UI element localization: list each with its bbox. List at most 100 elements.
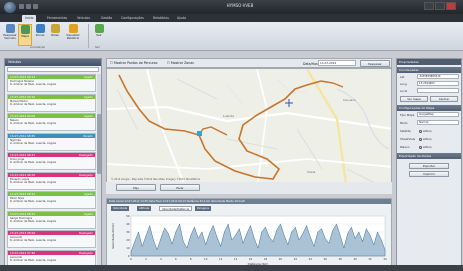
application-menu-button[interactable] — [4, 2, 16, 13]
vehicle-card-header: 13-07-2012 08:02 Desligado — [8, 231, 95, 235]
map-type-select[interactable]: GoogleMap — [417, 112, 459, 117]
view-report-button[interactable]: Visualizar Relatório — [63, 24, 83, 46]
data-point — [295, 226, 296, 228]
map-attribution: © 2012 Google - Map data ©2012 Tele Atla… — [111, 178, 201, 181]
x-tick-label: 32 — [368, 257, 372, 261]
data-point — [302, 233, 304, 234]
tab-paragens[interactable]: Paragens — [195, 206, 211, 211]
vehicles-scrollbar[interactable] — [97, 74, 101, 269]
x-tick-label: 16 — [249, 257, 253, 261]
search-button[interactable]: Pesquisar — [360, 60, 390, 67]
relief-label: Relevo — [400, 145, 410, 149]
ribbon-group-label: Sair — [95, 46, 101, 49]
exit-button[interactable]: Sair — [92, 24, 106, 46]
data-point — [175, 231, 177, 233]
data-point — [354, 238, 356, 239]
satellite-radio[interactable]: Activo — [419, 129, 432, 133]
save-icon[interactable] — [19, 4, 24, 9]
search-icon — [5, 24, 15, 33]
tab-velocidade[interactable]: Velocidade — [111, 206, 130, 211]
x-tick-label: 30 — [353, 257, 357, 261]
play-button[interactable]: Play — [116, 184, 156, 191]
data-point — [231, 239, 233, 241]
tab-velocidade-distancia[interactable]: Velocidade/Distância — [159, 206, 193, 211]
data-point — [369, 234, 371, 236]
data-point — [313, 246, 315, 247]
tab-gestao[interactable]: Gestão — [98, 15, 115, 22]
local-field[interactable] — [417, 88, 459, 93]
data-point — [138, 231, 139, 233]
data-point — [317, 231, 319, 233]
date-label: Data/Hora — [303, 62, 320, 66]
data-point — [276, 230, 277, 231]
center-button[interactable]: Centrar — [430, 96, 458, 102]
data-point — [242, 242, 244, 244]
data-point — [160, 238, 162, 239]
vehicle-card[interactable]: 13-07-2012 08:41 Desligado Tomo Jorge R. Am… — [7, 152, 96, 170]
vehicle-card[interactable]: 13-07-2012 08:22 Ligado Paulo Silva R. Amíl… — [7, 191, 96, 209]
close-button[interactable] — [446, 2, 456, 10]
zones-button[interactable]: Zonas — [33, 24, 47, 46]
stop-button[interactable]: Parar — [160, 184, 200, 191]
redo-icon[interactable] — [33, 4, 38, 9]
vehicle-card[interactable]: 13-07-2012 08:15 Ligado Sérgio Domingos R. … — [7, 210, 96, 229]
search-vehicles-button[interactable]: Pesquisar Veículos — [3, 24, 17, 46]
vehicle-card[interactable]: 13-07-2012 08:55 Parado Ngombe R. Amílcar d… — [7, 132, 96, 151]
vehicle-card-header: 13-07-2012 08:15 Ligado — [8, 211, 95, 216]
map-view[interactable]: Luanda Cacuaco Viana © 2012 Google - Map… — [106, 68, 392, 190]
view-map-button[interactable]: Ver mapa — [400, 96, 428, 102]
vehicle-address: R. Amílcar de Melo, Luanda, Angola — [10, 102, 56, 106]
data-point — [209, 233, 210, 234]
tab-configuracoes[interactable]: Configurações — [118, 15, 147, 22]
tab-veiculos[interactable]: Veículos — [74, 15, 93, 22]
y-axis-label: Velocidade (Km/h) — [111, 223, 115, 249]
route-points-checkbox[interactable]: ☐ Mostrar Pontos do Percurso — [110, 61, 157, 65]
y-tick-label: 50 — [126, 214, 130, 218]
data-point — [257, 247, 259, 249]
map-button[interactable]: Mapa — [18, 24, 32, 46]
vehicle-card[interactable]: 13-07-2012 08:02 Desligado Leonardo R. Amíl… — [7, 230, 96, 248]
vehicle-card[interactable]: 13-07-2012 09:02 Ligado Nelson R. Amílcar d… — [7, 113, 96, 131]
undo-icon[interactable] — [26, 4, 31, 9]
minimize-button[interactable] — [424, 2, 434, 10]
data-point — [265, 226, 266, 228]
vehicle-card[interactable]: 13-07-2012 09:10 Ligado Manuel Pedro R. Amí… — [7, 93, 96, 112]
zones-checkbox[interactable]: ☐ Mostrar Zonas — [167, 61, 194, 65]
vehicle-filter-input[interactable] — [7, 67, 99, 72]
relief-radio[interactable]: Activo — [419, 145, 432, 149]
map-type-label: Tipo Mapa — [400, 113, 415, 117]
tab-ferramentas[interactable]: Ferramentas — [44, 15, 70, 22]
data-point — [280, 223, 281, 225]
print-button[interactable]: Imprimir — [409, 171, 449, 177]
export-button[interactable]: Exportar — [409, 163, 449, 169]
data-point — [224, 231, 225, 233]
date-picker[interactable]: 13-07-2012 — [318, 60, 356, 66]
routes-button[interactable]: Rotas — [48, 24, 62, 46]
lat-field[interactable]: -8.83833885316 — [417, 74, 459, 79]
data-point — [149, 225, 150, 226]
vehicle-card[interactable]: 13-07-2012 09:14 Ligado Domingos Teixeira R… — [7, 74, 96, 92]
data-point — [310, 236, 311, 238]
data-point — [186, 247, 188, 249]
vehicle-card-header: 13-07-2012 08:55 Parado — [8, 133, 95, 138]
data-point — [306, 225, 307, 226]
tab-ajuda[interactable]: Ajuda — [174, 15, 189, 22]
ribbon-tabs: Inicio Ferramentas Veículos Gestão Confi… — [0, 14, 463, 22]
local-label: Local — [400, 89, 408, 93]
vehicle-card-header: 13-07-2012 09:02 Ligado — [8, 114, 95, 118]
tab-altitude[interactable]: Altitude — [137, 206, 152, 211]
tab-relatorios[interactable]: Relatórios — [150, 15, 172, 22]
vehicle-card[interactable]: 13-07-2012 08:30 Desligado Eduardo Lopes R.… — [7, 171, 96, 190]
scrollbar-thumb[interactable] — [97, 114, 101, 174]
maximize-button[interactable] — [435, 2, 445, 10]
map-toolbar: ☐ Mostrar Pontos do Percurso ☐ Mostrar Z… — [106, 58, 392, 68]
chart-panel-header: Data Inicial 12-07-2012 14:35 Data Final… — [107, 199, 391, 204]
vehicle-marker[interactable] — [197, 131, 202, 136]
x-tick-label: 24 — [309, 257, 313, 261]
streetview-radio[interactable]: Activo — [419, 137, 432, 141]
long-label: Long — [400, 82, 407, 86]
data-point — [351, 226, 352, 228]
mode-select[interactable]: Normal — [417, 120, 459, 125]
long-field[interactable]: 13.2344403 — [417, 81, 459, 86]
tab-inicio[interactable]: Inicio — [22, 15, 37, 22]
